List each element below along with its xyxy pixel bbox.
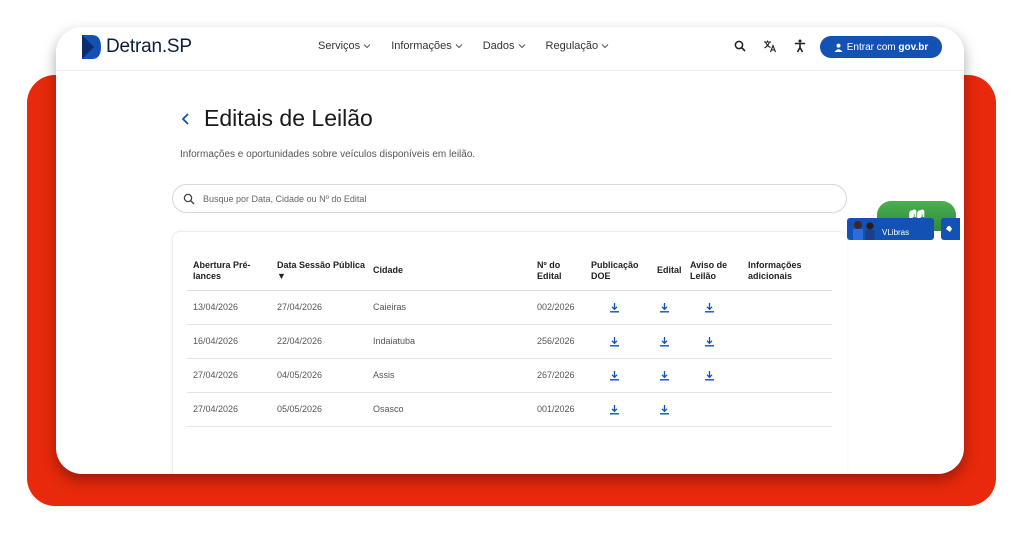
- header-cidade[interactable]: Cidade: [367, 252, 531, 291]
- cell-numero-edital: 256/2026: [531, 324, 585, 359]
- cell-cidade: Assis: [367, 358, 531, 393]
- page-subtitle: Informações e oportunidades sobre veícul…: [180, 149, 476, 160]
- user-icon: [834, 43, 843, 52]
- cell-abertura: 16/04/2026: [187, 324, 271, 359]
- cell-informacoes: [742, 358, 832, 393]
- chevron-down-icon: [601, 44, 609, 49]
- download-edital-cell: [651, 392, 684, 427]
- table-body: 13/04/2026 27/04/2026 Caieiras 002/2026 16/0…: [187, 290, 832, 427]
- header-abertura[interactable]: Abertura Pré-lances: [187, 252, 271, 291]
- nav-informacoes[interactable]: Informações: [391, 40, 463, 52]
- header-aviso-leilao: Aviso de Leilão: [684, 252, 742, 291]
- header-tools: [732, 38, 808, 54]
- nav-servicos[interactable]: Serviços: [318, 40, 371, 52]
- logo-text: Detran.SP: [106, 36, 192, 57]
- sort-desc-icon: ▼: [277, 270, 286, 281]
- vlibras-label: VLibras: [882, 227, 910, 237]
- download-icon[interactable]: [659, 302, 670, 313]
- login-govbr-button[interactable]: Entrar com gov.br: [820, 36, 942, 58]
- search-bar: [172, 184, 847, 213]
- browser-card: Detran.SP Serviços Informações Dados Reg…: [56, 27, 964, 474]
- header-informacoes: Informações adicionais: [742, 252, 832, 291]
- cell-abertura: 27/04/2026: [187, 392, 271, 427]
- editais-table: Abertura Pré-lances Data Sessão Pública ▼…: [187, 252, 832, 427]
- main-nav: Serviços Informações Dados Regulação: [318, 40, 609, 52]
- download-edital-cell: [651, 358, 684, 393]
- cell-informacoes: [742, 290, 832, 325]
- table-row: 16/04/2026 22/04/2026 Indaiatuba 256/2026: [187, 324, 832, 359]
- hand-icon: [946, 225, 952, 232]
- accessibility-icon[interactable]: [792, 38, 808, 54]
- download-icon[interactable]: [704, 370, 715, 381]
- download-icon[interactable]: [609, 370, 620, 381]
- download-aviso-leilao-cell: [684, 358, 742, 393]
- cell-data-sessao: 22/04/2026: [271, 324, 367, 359]
- nav-dados[interactable]: Dados: [483, 40, 526, 52]
- download-icon[interactable]: [659, 336, 670, 347]
- translate-icon[interactable]: [762, 38, 778, 54]
- download-publicacao-doe-cell: [585, 290, 651, 325]
- cell-data-sessao: 27/04/2026: [271, 290, 367, 325]
- search-icon[interactable]: [732, 38, 748, 54]
- table-row: 27/04/2026 04/05/2026 Assis 267/2026: [187, 358, 832, 393]
- header-data-sessao[interactable]: Data Sessão Pública ▼: [271, 252, 367, 291]
- page-title: Editais de Leilão: [204, 105, 373, 131]
- cell-informacoes: [742, 324, 832, 359]
- header-numero-edital[interactable]: Nº do Edital: [531, 252, 585, 291]
- detran-logo-mark-icon: [82, 35, 101, 59]
- download-aviso-leilao-cell: [684, 392, 742, 427]
- cell-numero-edital: 001/2026: [531, 392, 585, 427]
- table-row: 27/04/2026 05/05/2026 Osasco 001/2026: [187, 392, 832, 427]
- cell-numero-edital: 002/2026: [531, 290, 585, 325]
- cell-data-sessao: 05/05/2026: [271, 392, 367, 427]
- detran-logo[interactable]: Detran.SP: [80, 34, 192, 60]
- header-publicacao-doe: Publicação DOE: [585, 252, 651, 291]
- vlibras-tag[interactable]: VLibras: [847, 218, 934, 240]
- cell-cidade: Caieiras: [367, 290, 531, 325]
- nav-regulacao[interactable]: Regulação: [546, 40, 610, 52]
- chevron-down-icon: [363, 44, 371, 49]
- search-input[interactable]: [203, 193, 803, 204]
- cell-cidade: Osasco: [367, 392, 531, 427]
- table-row: 13/04/2026 27/04/2026 Caieiras 002/2026: [187, 290, 832, 325]
- login-label: Entrar com gov.br: [846, 41, 929, 53]
- site-header: Detran.SP Serviços Informações Dados Reg…: [56, 27, 964, 71]
- download-aviso-leilao-cell: [684, 324, 742, 359]
- download-edital-cell: [651, 290, 684, 325]
- cell-cidade: Indaiatuba: [367, 324, 531, 359]
- download-icon[interactable]: [659, 404, 670, 415]
- download-icon[interactable]: [704, 302, 715, 313]
- download-edital-cell: [651, 324, 684, 359]
- chevron-down-icon: [455, 44, 463, 49]
- download-aviso-leilao-cell: [684, 290, 742, 325]
- editais-table-card: Abertura Pré-lances Data Sessão Pública ▼…: [172, 231, 847, 474]
- vlibras-side-tab[interactable]: [941, 218, 960, 240]
- download-publicacao-doe-cell: [585, 392, 651, 427]
- download-icon[interactable]: [609, 302, 620, 313]
- download-publicacao-doe-cell: [585, 358, 651, 393]
- header-edital: Edital: [651, 252, 684, 291]
- cell-abertura: 13/04/2026: [187, 290, 271, 325]
- chevron-down-icon: [518, 44, 525, 49]
- cell-informacoes: [742, 392, 832, 427]
- download-icon[interactable]: [609, 404, 620, 415]
- search-icon: [183, 193, 195, 204]
- back-arrow-icon[interactable]: [180, 111, 192, 127]
- cell-numero-edital: 267/2026: [531, 358, 585, 393]
- download-publicacao-doe-cell: [585, 324, 651, 359]
- download-icon[interactable]: [609, 336, 620, 347]
- cell-data-sessao: 04/05/2026: [271, 358, 367, 393]
- cell-abertura: 27/04/2026: [187, 358, 271, 393]
- download-icon[interactable]: [704, 336, 715, 347]
- table-header-row: Abertura Pré-lances Data Sessão Pública ▼…: [187, 252, 832, 291]
- download-icon[interactable]: [659, 370, 670, 381]
- vlibras-avatars-icon: [853, 221, 875, 240]
